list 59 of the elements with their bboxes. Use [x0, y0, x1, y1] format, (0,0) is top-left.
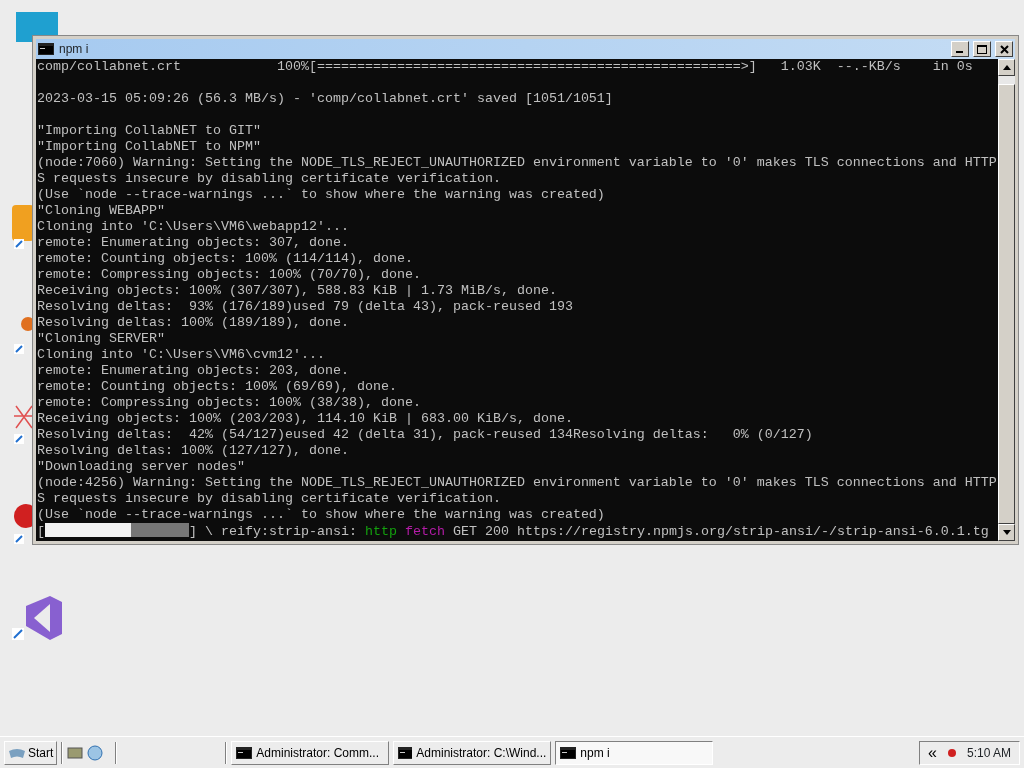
- bracket: ]: [189, 524, 197, 539]
- taskbar-button[interactable]: Administrator: C:\Wind...: [393, 740, 552, 765]
- scroll-down-button[interactable]: [998, 524, 1015, 541]
- console-line: remote: Enumerating objects: 203, done.: [37, 363, 349, 378]
- console-line: remote: Counting objects: 100% (69/69), done.: [37, 379, 397, 394]
- bracket: [: [37, 524, 45, 539]
- minimize-button[interactable]: [951, 41, 969, 57]
- console-line: "Cloning SERVER": [37, 331, 165, 346]
- taskbar-button[interactable]: Administrator: Comm...: [231, 740, 390, 765]
- up-arrow-icon: [1002, 65, 1011, 70]
- console-line: remote: Compressing objects: 100% (38/38), done.: [37, 395, 421, 410]
- console-line: S requests insecure by disabling certificate verification.: [37, 171, 501, 186]
- console-line: (node:7060) Warning: Setting the NODE_TLS_REJECT_UNAUTHORIZED environment variable to '0' makes TLS connections and HTTP: [37, 155, 997, 170]
- console-line: S requests insecure by disabling certificate verification.: [37, 491, 501, 506]
- console-line: Receiving objects: 100% (307/307), 588.83 KiB | 1.73 MiB/s, done.: [37, 283, 557, 298]
- clock: 5:10 AM: [966, 744, 1011, 762]
- console-line: "Importing CollabNET to NPM": [37, 139, 261, 154]
- maximize-button[interactable]: [973, 41, 991, 57]
- desktop-icon[interactable]: [67, 745, 84, 760]
- start-icon: [8, 746, 26, 759]
- console-text: \ reify:strip-ansi:: [204, 524, 358, 539]
- tray-icon[interactable]: [946, 747, 957, 758]
- console-line: Receiving objects: 100% (203/203), 114.10 KiB | 683.00 KiB/s, done.: [37, 411, 573, 426]
- console-line: remote: Enumerating objects: 307, done.: [37, 235, 349, 250]
- console-text: http: [364, 524, 397, 539]
- start-button[interactable]: Start: [4, 740, 58, 765]
- console-line: Resolving deltas: 100% (189/189), done.: [37, 315, 349, 330]
- console-icon: [236, 746, 253, 759]
- console-icon: [38, 43, 54, 55]
- console-line: Cloning into 'C:\Users\VM6\cvm12'...: [37, 347, 325, 362]
- console-line: remote: Compressing objects: 100% (70/70), done.: [37, 267, 421, 282]
- console-icon: [560, 746, 577, 759]
- console-line: "Importing CollabNET to GIT": [37, 123, 261, 138]
- console-line: (node:4256) Warning: Setting the NODE_TLS_REJECT_UNAUTHORIZED environment variable to '0' makes TLS connections and HTTP: [37, 475, 997, 490]
- console-text: fetch: [403, 524, 445, 539]
- app-icon[interactable]: [12, 205, 34, 250]
- console-line: Cloning into 'C:\Users\VM6\webapp12'...: [37, 219, 349, 234]
- console-line: comp/collabnet.crt 100%[=====================================================>] 1.03K --.-KB/s in 0s: [37, 59, 973, 74]
- maximize-icon: [977, 44, 987, 54]
- console-line: remote: Counting objects: 100% (114/114), done.: [37, 251, 413, 266]
- window-title: npm i: [59, 41, 89, 58]
- console-line: Resolving deltas: 100% (127/127), done.: [37, 443, 349, 458]
- console-line: Resolving deltas: 42% (54/127)eused 42 (delta 31), pack-reused 134Resolving deltas: 0% (0/127): [37, 427, 813, 442]
- taskbar-button[interactable]: npm i: [555, 740, 714, 765]
- console-icon: [398, 746, 413, 759]
- visual-studio-icon[interactable]: [12, 596, 62, 642]
- scroll-up-button[interactable]: [998, 59, 1015, 76]
- console-line: (Use `node --trace-warnings ...` to show where the warning was created): [37, 507, 605, 522]
- close-button[interactable]: [995, 41, 1013, 57]
- console-line: (Use `node --trace-warnings ...` to show where the warning was created): [37, 187, 605, 202]
- console-line: "Downloading server nodes": [37, 459, 245, 474]
- console-line: Resolving deltas: 93% (176/189)used 79 (delta 43), pack-reused 193: [37, 299, 573, 314]
- console-line: 2023-03-15 05:09:26 (56.3 MB/s) - 'comp/collabnet.crt' saved [1051/1051]: [37, 91, 613, 106]
- down-arrow-icon: [1002, 530, 1011, 535]
- show-hidden-icons-button[interactable]: «: [928, 744, 937, 761]
- browser-icon[interactable]: [87, 744, 104, 761]
- close-icon: [999, 44, 1009, 54]
- console-line: "Cloning WEBAPP": [37, 203, 165, 218]
- console-text: GET 200 https://registry.npmjs.org/strip-ansi/-/strip-ansi-6.0.1.tg: [451, 524, 989, 539]
